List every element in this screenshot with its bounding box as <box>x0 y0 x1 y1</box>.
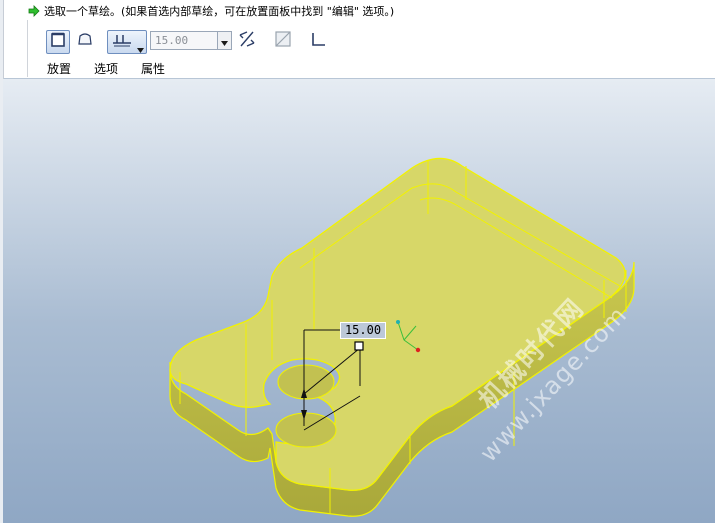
flip-direction-icon <box>237 29 257 53</box>
toolbar-divider <box>27 20 28 77</box>
tab-placement[interactable]: 放置 <box>47 60 71 77</box>
green-arrow-icon <box>28 2 40 21</box>
extrude-solid-button[interactable] <box>46 30 70 54</box>
message-prompt: 选取一个草绘。(如果首选内部草绘，可在放置面板中找到 "编辑" 选项。) <box>28 3 394 19</box>
thicken-sketch-button[interactable] <box>308 30 330 52</box>
depth-dropdown-button[interactable] <box>218 31 232 50</box>
tab-properties[interactable]: 属性 <box>141 60 165 77</box>
depth-value-input[interactable]: 15.00 <box>150 31 218 50</box>
chevron-down-icon <box>221 31 228 50</box>
thicken-icon <box>310 30 328 52</box>
depth-dimension-label[interactable]: 15.00 <box>340 322 386 339</box>
drag-handle <box>354 341 364 351</box>
hole-upper <box>277 364 335 400</box>
surface-icon <box>76 31 94 51</box>
tab-options[interactable]: 选项 <box>94 60 118 77</box>
graphics-window[interactable]: 15.00 机械时代网 www.jxage.com <box>3 79 715 523</box>
flip-direction-button[interactable] <box>236 30 258 52</box>
remove-material-icon <box>273 29 293 53</box>
solid-icon <box>50 32 66 52</box>
chevron-down-icon <box>137 38 144 57</box>
depth-option-button[interactable] <box>107 30 147 54</box>
remove-material-button[interactable] <box>272 30 294 52</box>
prompt-text: 选取一个草绘。(如果首选内部草绘，可在放置面板中找到 "编辑" 选项。) <box>44 5 395 18</box>
extrude-surface-button[interactable] <box>74 30 96 52</box>
hole-lower <box>275 412 337 448</box>
blind-depth-icon <box>111 31 133 53</box>
dashboard-toolbar: 选取一个草绘。(如果首选内部草绘，可在放置面板中找到 "编辑" 选项。) 15.… <box>0 0 715 79</box>
